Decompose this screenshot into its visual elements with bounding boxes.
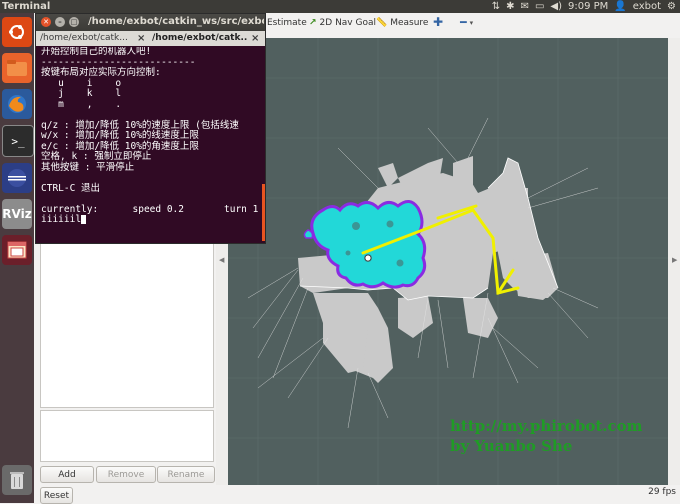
terminal-tab-bar: /home/exbot/catk... × /home/exbot/catk..… [36, 31, 265, 46]
clock[interactable]: 9:09 PM [568, 0, 608, 13]
watermark-author: by Yuanbo She [450, 437, 573, 455]
terminal-line: 按键布局对应实际方向控制: [41, 67, 161, 78]
close-tab-1-icon[interactable]: × [137, 31, 147, 46]
terminal-title: /home/exbot/catkin_ws/src/exbot_x [88, 16, 264, 27]
terminal-input-line[interactable]: iiiiiil [41, 214, 265, 226]
firefox-icon[interactable] [2, 89, 32, 119]
workspace-switcher-icon[interactable] [2, 235, 32, 265]
bluetooth-icon[interactable]: ✱ [506, 0, 514, 13]
measure-label: Measure [390, 18, 429, 28]
files-icon[interactable] [2, 53, 32, 83]
keyboard-icon[interactable]: ▭ [535, 0, 544, 13]
pose-estimate-label: Estimate [267, 18, 307, 28]
gear-icon[interactable]: ⚙ [667, 0, 676, 13]
watermark-url: http://my.phirobot.com [450, 417, 643, 435]
close-icon[interactable]: ✕ [41, 17, 51, 27]
nav-goal-tool[interactable]: ↗ 2D Nav Goal [309, 18, 376, 28]
fps-readout: 29 fps [648, 487, 676, 497]
volume-icon[interactable]: ◀) [550, 0, 562, 13]
rviz-icon[interactable]: RViz [2, 199, 32, 229]
terminal-scrollbar[interactable] [262, 184, 265, 241]
nav-goal-label: 2D Nav Goal [319, 18, 376, 28]
rviz-toolbar: Estimate ↗ 2D Nav Goal 📏 Measure ✚ ━ ▾ [265, 13, 680, 39]
ubuntu-dash-icon[interactable] [2, 17, 32, 47]
top-panel: Terminal ⇅ ✱ ✉ ▭ ◀) 9:09 PM 👤 exbot ⚙ [0, 0, 680, 13]
mail-icon[interactable]: ✉ [521, 0, 529, 13]
collapse-left-arrow-icon[interactable]: ◀ [219, 256, 224, 264]
terminal-line: 其他按键 : 平滑停止 [41, 161, 135, 173]
network-icon[interactable]: ⇅ [492, 0, 500, 13]
user-icon: 👤 [614, 1, 627, 12]
rename-button[interactable]: Rename [157, 466, 215, 483]
terminal-icon[interactable]: >_ [2, 125, 34, 157]
robot-marker [364, 254, 372, 262]
terminal-output[interactable]: 开始控制自己的机器人吧! ---------------------------… [41, 47, 265, 243]
terminal-line: CTRL-C 退出 [41, 182, 101, 194]
terminal-prompt-icon: >_ [11, 134, 25, 148]
rviz-logo: RViz [2, 207, 32, 221]
terminal-tab-1[interactable]: /home/exbot/catk... [40, 31, 134, 46]
terminal-line: m , . [41, 98, 122, 110]
close-tab-2-icon[interactable]: × [251, 31, 261, 46]
active-app-title: Terminal [2, 1, 51, 12]
remove-button[interactable]: Remove [96, 466, 156, 483]
collapse-right-arrow-icon[interactable]: ▶ [672, 256, 677, 264]
watermark: http://my.phirobot.com by Yuanbo She [450, 416, 643, 456]
terminal-line: 空格, k : 强制立即停止 [41, 151, 152, 162]
displays-tree[interactable] [40, 243, 214, 408]
terminal-input: iiiiiil [41, 214, 82, 225]
terminal-line: w/x : 增加/降低 10%的线速度上限 [41, 130, 199, 141]
terminal-window[interactable]: ✕ – □ /home/exbot/catkin_ws/src/exbot_x … [35, 13, 266, 244]
properties-area[interactable] [40, 410, 214, 462]
measure-tool[interactable]: 📏 Measure [376, 18, 428, 28]
terminal-line: 开始控制自己的机器人吧! [41, 47, 152, 57]
add-button[interactable]: Add [40, 466, 94, 483]
trash-icon[interactable] [2, 465, 32, 495]
system-tray: ⇅ ✱ ✉ ▭ ◀) 9:09 PM 👤 exbot ⚙ [492, 0, 676, 13]
ruler-icon: 📏 [376, 18, 388, 28]
maximize-icon[interactable]: □ [69, 17, 79, 27]
remove-tool-minus-icon[interactable]: ━ ▾ [460, 16, 473, 29]
right-splitter[interactable]: ▶ [668, 38, 680, 485]
add-tool-plus-icon[interactable]: ✚ [433, 15, 443, 29]
terminal-titlebar[interactable]: ✕ – □ /home/exbot/catkin_ws/src/exbot_x [36, 14, 265, 31]
eclipse-icon[interactable] [2, 163, 32, 193]
terminal-line: j k l [41, 88, 122, 99]
user-name[interactable]: exbot [633, 0, 661, 13]
launcher: >_ RViz [0, 13, 34, 503]
text-cursor [81, 215, 87, 224]
reset-button[interactable]: Reset [40, 487, 73, 504]
status-bar: 29 fps [215, 485, 680, 503]
nav-goal-arrow-icon: ↗ [309, 18, 317, 28]
pose-estimate-tool[interactable]: Estimate [267, 18, 307, 28]
terminal-tab-2[interactable]: /home/exbot/catk... [152, 31, 248, 46]
minimize-icon[interactable]: – [55, 17, 65, 27]
